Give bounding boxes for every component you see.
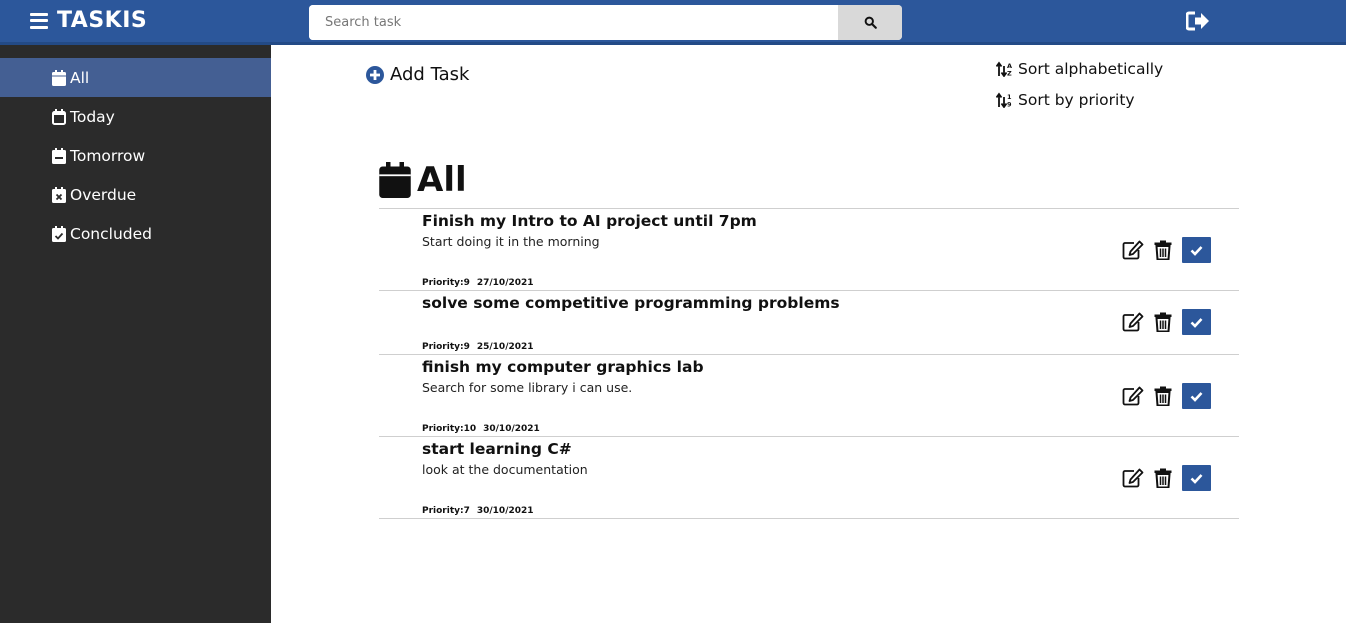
complete-button[interactable] [1182,237,1211,263]
search-input[interactable] [309,5,838,40]
sort-alphabetically-button[interactable]: A Z Sort alphabetically [996,53,1163,84]
complete-button[interactable] [1182,309,1211,335]
task-priority: Priority:7 [422,506,470,516]
edit-button[interactable] [1122,312,1144,332]
plus-circle-icon [366,65,384,84]
edit-button[interactable] [1122,468,1144,488]
task-actions [1122,383,1211,409]
complete-button[interactable] [1182,465,1211,491]
task-title: finish my computer graphics lab [422,358,704,376]
edit-button[interactable] [1122,386,1144,406]
sidebar-item-label: Overdue [70,185,137,204]
sort-numeric-icon: 1 9 [996,91,1012,108]
sign-out-icon [1185,11,1209,31]
calendar-icon [52,69,66,86]
add-task-button[interactable]: Add Task [366,64,469,85]
delete-button[interactable] [1154,312,1172,332]
check-icon [1190,473,1203,484]
check-icon [1190,317,1203,328]
delete-button[interactable] [1154,386,1172,406]
task-date: 27/10/2021 [476,278,534,288]
sidebar-item-all[interactable]: All [0,58,271,97]
search-icon [864,16,877,29]
sort-by-priority-label: Sort by priority [1018,90,1135,109]
task-priority: Priority:9 [422,278,470,288]
sidebar-item-concluded[interactable]: Concluded [0,214,271,253]
task-priority: Priority:10 [422,424,477,434]
task-date: 30/10/2021 [483,424,540,434]
task-description: look at the documentation [422,462,588,477]
sidebar-item-today[interactable]: Today [0,97,271,136]
task-meta: Priority:9 25/10/2021 [422,342,534,352]
complete-button[interactable] [1182,383,1211,409]
trash-icon [1154,312,1172,332]
task-date: 25/10/2021 [476,342,534,352]
calendar-check-icon [52,225,66,242]
task-description: Search for some library i can use. [422,380,633,395]
brand: TASKIS [30,8,147,33]
calendar-blank-icon [52,108,66,125]
task-actions [1122,309,1211,335]
sidebar-item-label: Tomorrow [70,146,146,165]
edit-button[interactable] [1122,240,1144,260]
trash-icon [1154,240,1172,260]
sort-alpha-icon: A Z [996,60,1012,77]
edit-icon [1122,386,1144,406]
top-navbar: TASKIS [0,0,1346,45]
svg-text:9: 9 [1007,100,1012,108]
main-content: Add Task A Z Sort alphabetically 1 9 Sor… [271,45,1346,623]
calendar-x-icon [52,186,66,203]
hamburger-menu-icon[interactable] [30,12,48,29]
sort-alphabetically-label: Sort alphabetically [1018,59,1164,78]
delete-button[interactable] [1154,240,1172,260]
page-title: All [379,160,467,200]
svg-text:Z: Z [1007,69,1012,77]
check-icon [1190,391,1203,402]
task-title: start learning C# [422,440,572,458]
sidebar-item-label: Concluded [70,224,152,243]
trash-icon [1154,386,1172,406]
sort-options: A Z Sort alphabetically 1 9 Sort by prio… [996,53,1163,115]
calendar-icon [379,162,411,198]
sidebar-item-label: Today [70,107,115,126]
task-title: Finish my Intro to AI project until 7pm [422,212,757,230]
sidebar-item-overdue[interactable]: Overdue [0,175,271,214]
search-bar [309,5,902,40]
task-meta: Priority:9 27/10/2021 [422,278,534,288]
edit-icon [1122,468,1144,488]
edit-icon [1122,312,1144,332]
app-title: TASKIS [57,8,148,33]
task-item: start learning C# look at the documentat… [379,437,1239,519]
delete-button[interactable] [1154,468,1172,488]
task-item: finish my computer graphics lab Search f… [379,355,1239,437]
sort-by-priority-button[interactable]: 1 9 Sort by priority [996,84,1163,115]
check-icon [1190,245,1203,256]
edit-icon [1122,240,1144,260]
calendar-minus-icon [52,147,66,164]
sidebar-item-label: All [70,68,90,87]
task-date: 30/10/2021 [476,506,534,516]
task-item: Finish my Intro to AI project until 7pm … [379,209,1239,291]
task-description: Start doing it in the morning [422,234,600,249]
trash-icon [1154,468,1172,488]
search-button[interactable] [838,5,902,40]
task-list: Finish my Intro to AI project until 7pm … [379,208,1239,519]
task-priority: Priority:9 [422,342,470,352]
task-meta: Priority:7 30/10/2021 [422,506,534,516]
page-title-text: All [417,160,467,200]
task-actions [1122,465,1211,491]
add-task-label: Add Task [390,64,470,85]
task-actions [1122,237,1211,263]
sidebar: All Today Tomorrow Overdue Concluded [0,45,271,623]
task-meta: Priority:10 30/10/2021 [422,424,540,434]
sidebar-item-tomorrow[interactable]: Tomorrow [0,136,271,175]
logout-button[interactable] [1185,11,1210,35]
task-item: solve some competitive programming probl… [379,291,1239,355]
task-title: solve some competitive programming probl… [422,294,840,312]
